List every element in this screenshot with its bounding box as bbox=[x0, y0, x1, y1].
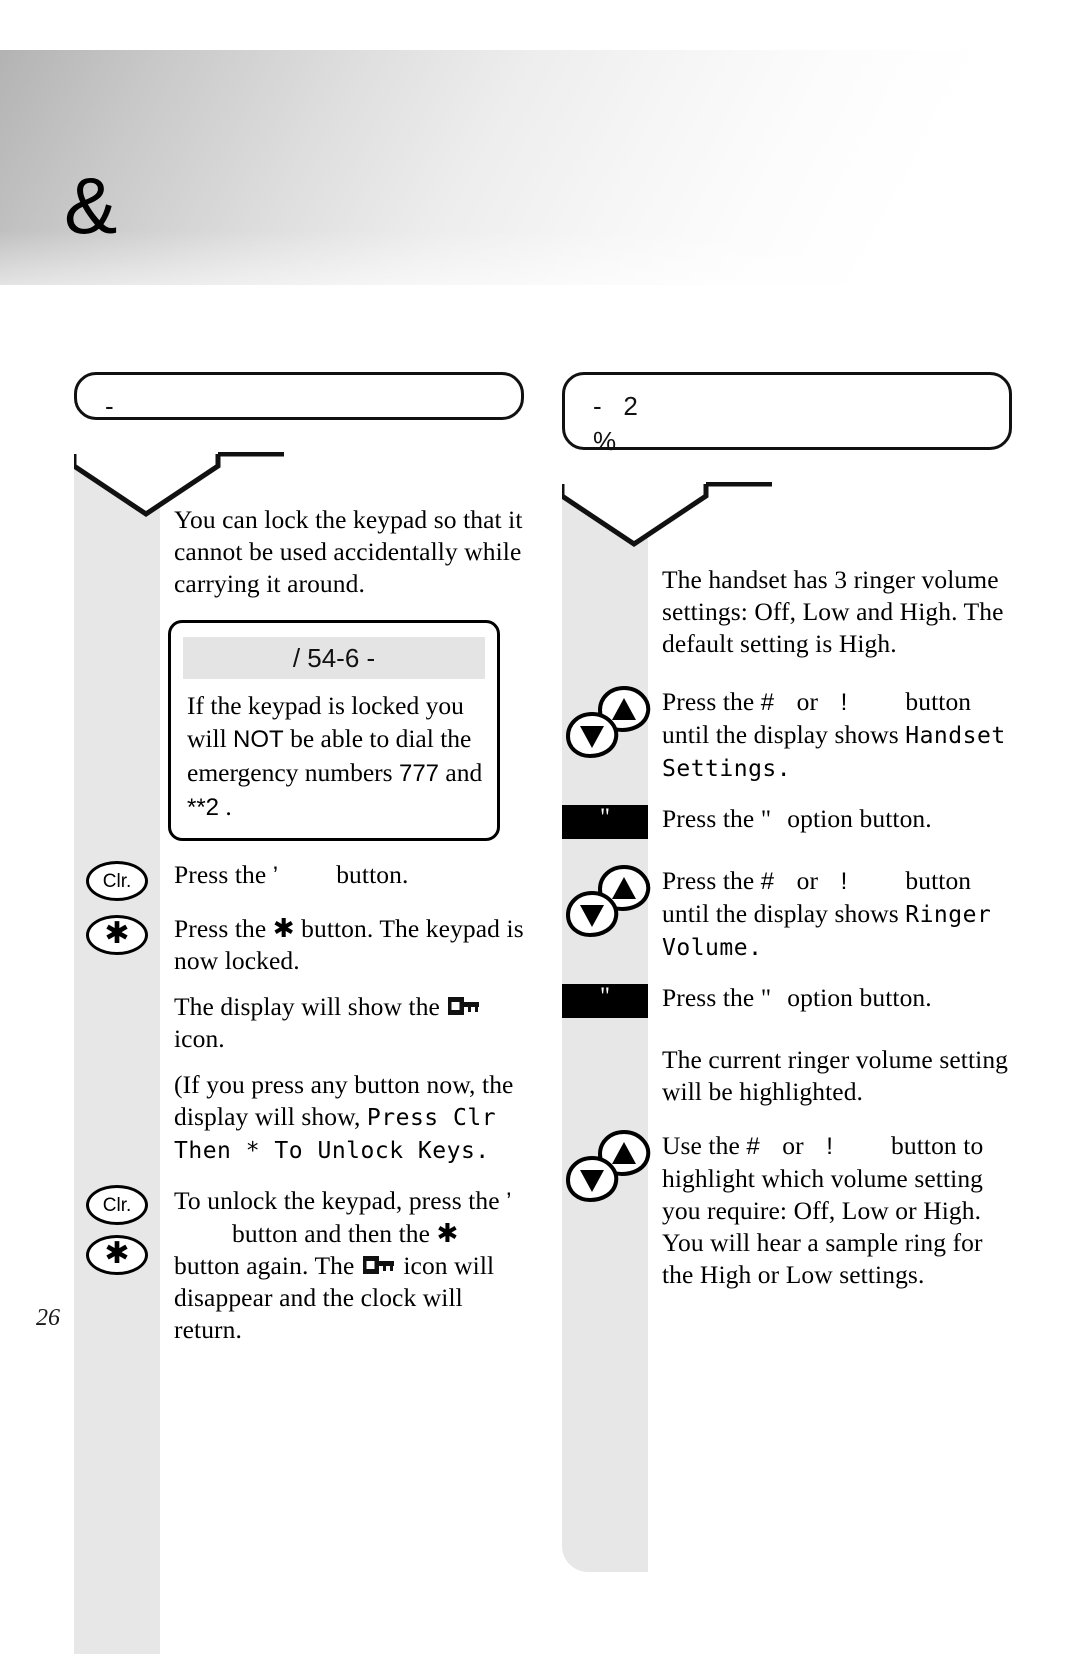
right-step-1-text-a: Press the bbox=[662, 687, 761, 716]
left-steps: You can lock the keypad so that it canno… bbox=[74, 420, 524, 1346]
right-step-4: " Press the " option button. bbox=[562, 982, 1012, 1026]
right-section-title-line2: % bbox=[593, 426, 617, 456]
left-section-title: - bbox=[105, 391, 114, 421]
up-down-arrows-icon[interactable] bbox=[562, 686, 654, 764]
warning-text-not: NOT bbox=[233, 726, 284, 753]
warning-text-777: 777 bbox=[398, 760, 440, 787]
option-button-icon[interactable]: " bbox=[562, 805, 648, 839]
up-down-arrows-icon-3[interactable] bbox=[562, 1130, 654, 1208]
left-step-5-text-b: button and then the bbox=[232, 1219, 437, 1248]
warning-box: / 54-6 - If the keypad is locked you wil… bbox=[168, 620, 500, 841]
warning-box-heading: / 54-6 - bbox=[183, 637, 485, 679]
star-button-label: ✱ bbox=[104, 915, 130, 951]
right-step-5: The current ringer volume setting will b… bbox=[562, 1044, 1012, 1108]
right-step-6-text-or: or bbox=[775, 1131, 811, 1160]
star-button-icon[interactable]: ✱ bbox=[86, 915, 148, 955]
warning-text-star2: **2 bbox=[187, 794, 220, 821]
right-step-5-text: The current ringer volume setting will b… bbox=[662, 1045, 1009, 1106]
left-step-5: Clr. ✱ To unlock the keypad, press the ’… bbox=[74, 1185, 524, 1346]
star-button-label-2: ✱ bbox=[104, 1235, 130, 1271]
right-section-callout: - 2 % bbox=[562, 372, 1012, 456]
option-button-label: " bbox=[599, 803, 611, 831]
left-column: - You can lock the keypad so that it can… bbox=[74, 372, 524, 1654]
right-step-6-glyph-down: ! bbox=[826, 1133, 834, 1160]
right-step-3-text-or: or bbox=[790, 866, 825, 895]
right-step-1-glyph-down: ! bbox=[840, 689, 848, 716]
keylock-icon-2 bbox=[362, 1254, 396, 1278]
left-step-4-text: (If you press any button now, the displa… bbox=[74, 1069, 524, 1167]
right-step-2-glyph: " bbox=[760, 804, 772, 833]
left-step-3-text-b: icon. bbox=[174, 1024, 225, 1053]
warning-box-body: If the keypad is locked you will NOT be … bbox=[171, 689, 497, 824]
right-step-3-text-c: . bbox=[748, 935, 763, 961]
left-intro-paragraph: You can lock the keypad so that it canno… bbox=[174, 505, 523, 598]
right-step-4-text-b: option button. bbox=[787, 983, 932, 1012]
right-step-6: Use the # or ! button to highlight which … bbox=[562, 1130, 1012, 1291]
right-step-2: " Press the " option button. bbox=[562, 803, 1012, 847]
left-step-2: ✱ Press the ✱ button. The keypad is now … bbox=[74, 913, 524, 977]
right-step-3-glyph-down: ! bbox=[840, 868, 848, 895]
right-steps: The handset has 3 ringer volume settings… bbox=[562, 450, 1012, 1291]
left-step-4: (If you press any button now, the displa… bbox=[74, 1069, 524, 1167]
warning-text-4: . bbox=[219, 792, 232, 821]
right-step-2-text-b: option button. bbox=[787, 804, 932, 833]
right-step-1-text-or: or bbox=[790, 687, 825, 716]
left-step-3-text: The display will show the icon. bbox=[74, 991, 524, 1055]
right-step-3: Press the # or ! button until the display… bbox=[562, 865, 1012, 964]
clr-button-icon[interactable]: Clr. bbox=[86, 861, 148, 901]
right-step-1-text-c: . bbox=[776, 756, 792, 782]
right-step-3-glyph-up: # bbox=[760, 868, 775, 895]
right-step-4-glyph: " bbox=[760, 983, 772, 1012]
left-step-3-text-a: The display will show the bbox=[174, 992, 447, 1021]
left-step-1-text-b: button. bbox=[336, 860, 409, 889]
chapter-glyph: & bbox=[64, 161, 118, 250]
up-down-arrows-icon-2[interactable] bbox=[562, 865, 654, 943]
left-step-1: Clr. Press the ’ button. bbox=[74, 859, 524, 903]
left-step-5-text-c: button again. The bbox=[174, 1251, 361, 1280]
header-gradient-fade bbox=[0, 230, 1080, 350]
right-step-6-text-a: Use the bbox=[662, 1131, 747, 1160]
left-step-5-glyph-1: ’ bbox=[506, 1188, 512, 1215]
left-step-3: The display will show the icon. bbox=[74, 991, 524, 1055]
left-step-1-glyph: ’ bbox=[272, 862, 279, 889]
right-column: - 2 % The handset has 3 ringer volume se… bbox=[562, 372, 1012, 1572]
right-step-1-glyph-up: # bbox=[760, 689, 775, 716]
left-step-5-glyph-2: ✱ bbox=[436, 1219, 459, 1249]
warning-text-3: and bbox=[439, 758, 483, 787]
option-button-icon-2[interactable]: " bbox=[562, 984, 648, 1018]
option-button-label-2: " bbox=[599, 982, 611, 1010]
keylock-icon bbox=[447, 995, 481, 1019]
right-step-3-text-a: Press the bbox=[662, 866, 761, 895]
star-button-icon-2[interactable]: ✱ bbox=[86, 1235, 148, 1275]
left-step-2-glyph: ✱ bbox=[272, 914, 295, 944]
left-step-5-text-a: To unlock the keypad, press the bbox=[174, 1186, 507, 1215]
right-step-4-text-a: Press the bbox=[662, 983, 761, 1012]
right-step-1: Press the # or ! button until the display… bbox=[562, 686, 1012, 785]
left-section-callout: - bbox=[74, 372, 524, 421]
right-step-6-glyph-up: # bbox=[746, 1133, 760, 1160]
right-step-2-text-a: Press the bbox=[662, 804, 761, 833]
left-step-2-text-a: Press the bbox=[174, 914, 273, 943]
page-number: 26 bbox=[36, 1305, 60, 1331]
left-step-1-text-a: Press the bbox=[174, 860, 273, 889]
clr-button-label: Clr. bbox=[102, 870, 132, 892]
right-section-title-line1: - 2 bbox=[593, 391, 638, 421]
clr-button-label-2: Clr. bbox=[102, 1194, 132, 1216]
right-intro-paragraph: The handset has 3 ringer volume settings… bbox=[662, 565, 1004, 658]
clr-button-icon-2[interactable]: Clr. bbox=[86, 1185, 148, 1225]
